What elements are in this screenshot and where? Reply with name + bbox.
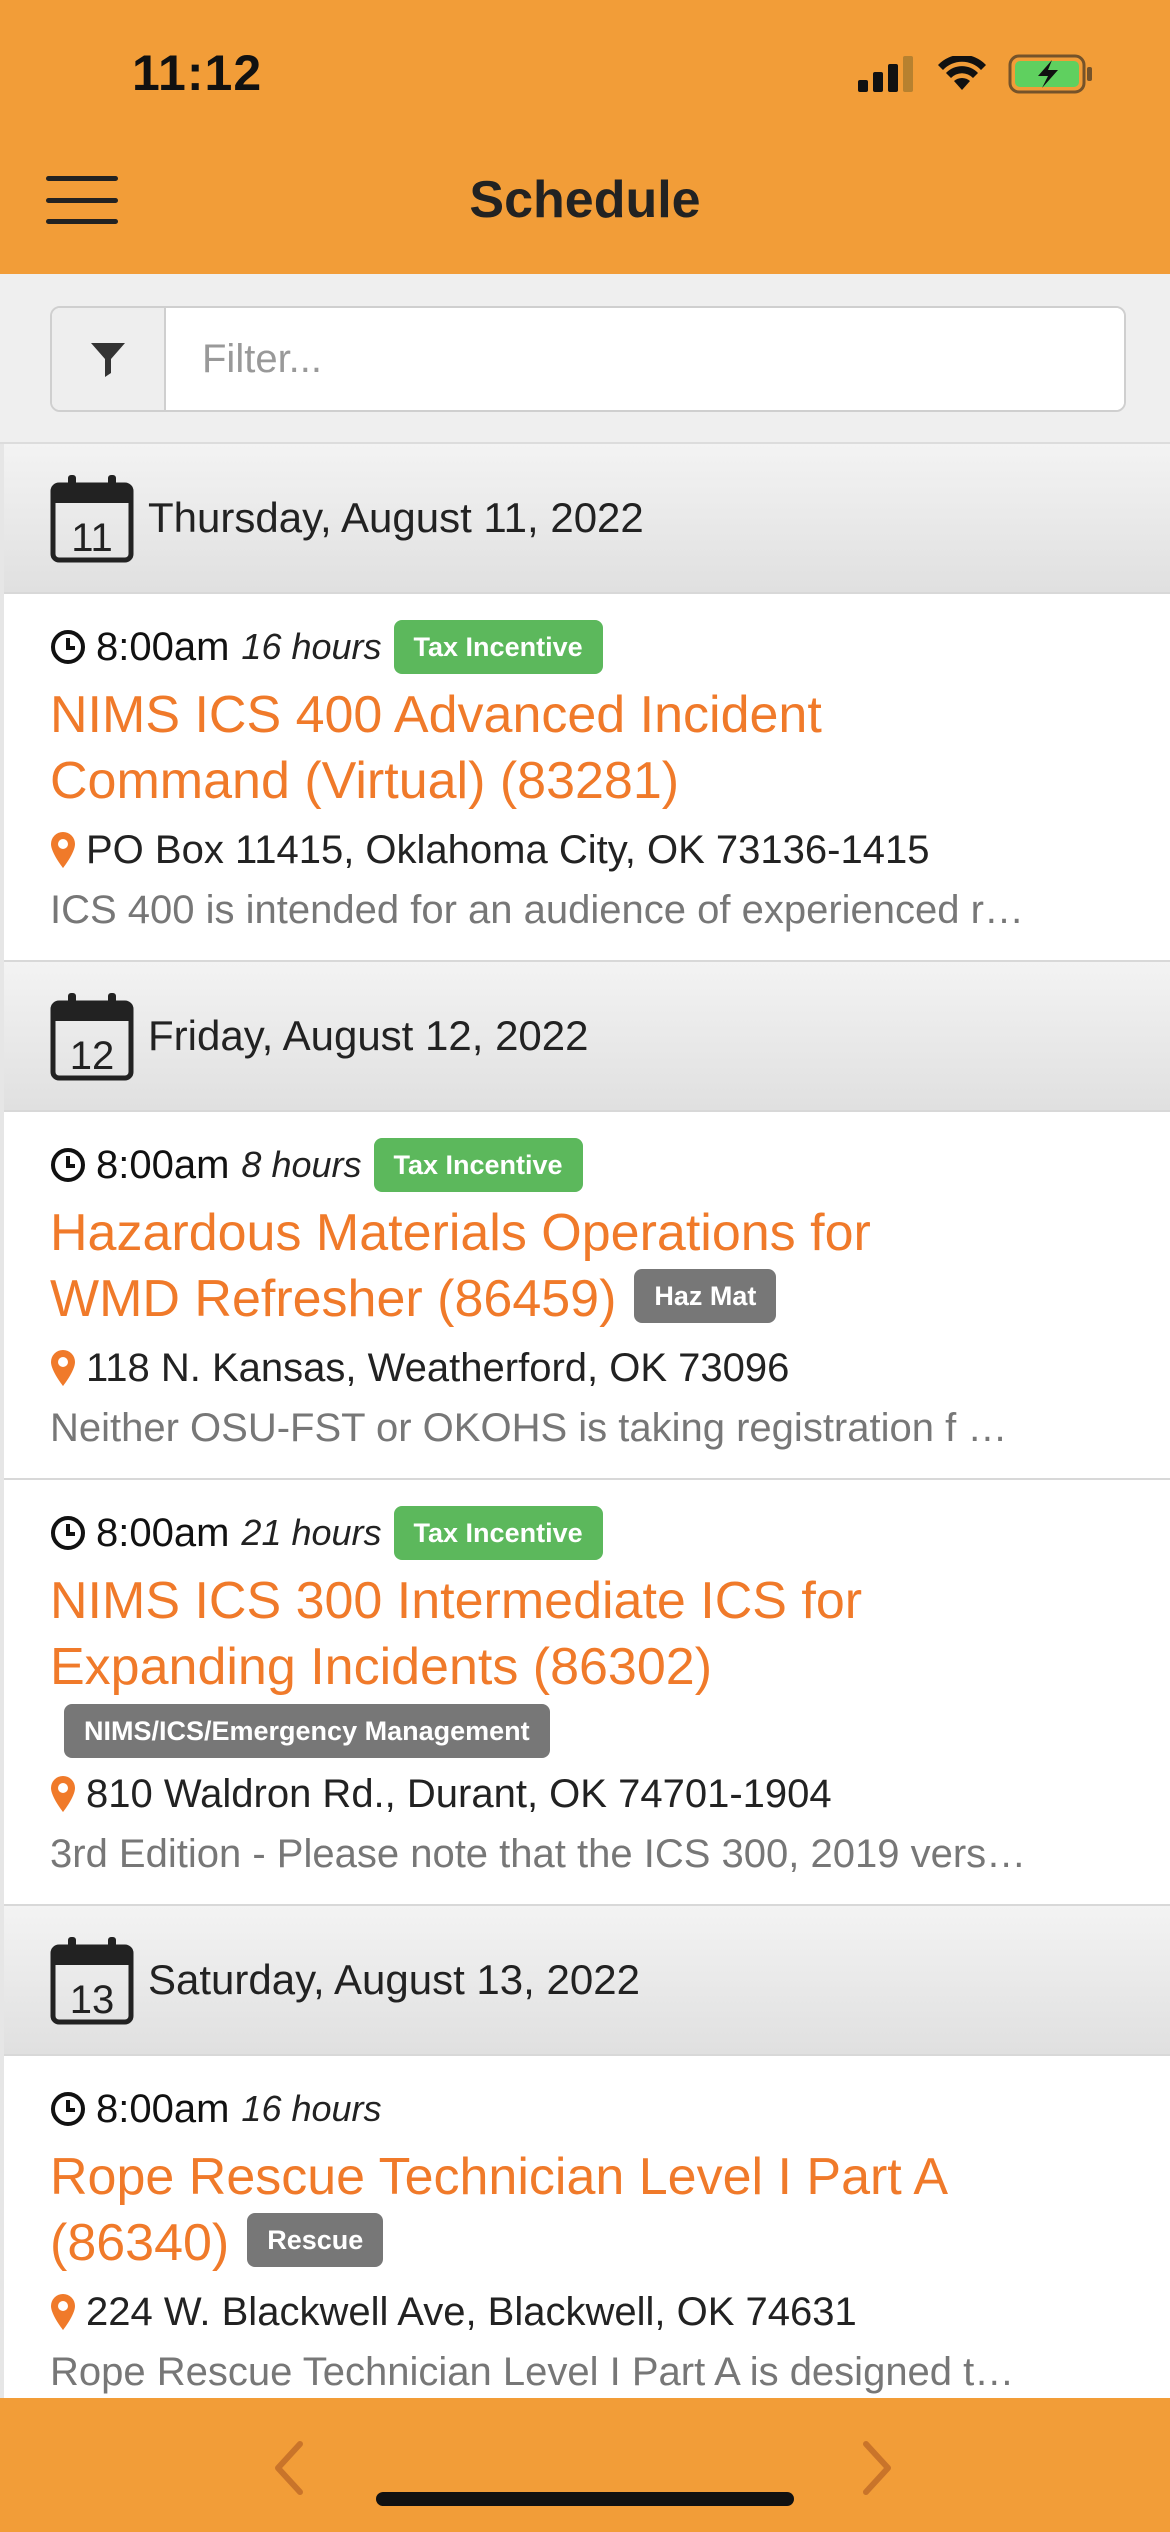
event-title[interactable]: Hazardous Materials Operations for WMD R…	[50, 1200, 1124, 1332]
map-pin-icon	[51, 1776, 75, 1812]
map-pin-icon	[51, 832, 75, 868]
date-label: Saturday, August 13, 2022	[148, 1956, 640, 2003]
category-badge: NIMS/ICS/Emergency Management	[64, 1704, 550, 1758]
event-time: 8:00am	[96, 1510, 230, 1555]
event-time: 8:00am	[96, 2086, 230, 2131]
event-time: 8:00am	[96, 624, 230, 669]
signal-icon	[858, 56, 913, 92]
event-description: 3rd Edition - Please note that the ICS 3…	[50, 1832, 1027, 1876]
date-header: 13 Saturday, August 13, 2022	[4, 1906, 1170, 2056]
svg-text:11: 11	[71, 516, 113, 560]
event-address: 810 Waldron Rd., Durant, OK 74701-1904	[50, 1764, 1124, 1824]
event-title[interactable]: NIMS ICS 400 Advanced Incident Command (…	[50, 682, 1124, 814]
clock-icon	[51, 2092, 85, 2126]
page-title: Schedule	[469, 171, 701, 229]
map-pin-icon	[51, 2294, 75, 2330]
event-address: 224 W. Blackwell Ave, Blackwell, OK 7463…	[50, 2282, 1124, 2342]
event-item[interactable]: 8:00am 16 hours Rope Rescue Technician L…	[4, 2056, 1170, 2398]
event-duration: 21 hours	[241, 1512, 382, 1553]
status-icons	[858, 54, 1094, 94]
bottom-nav	[0, 2398, 1170, 2532]
clock-icon	[51, 1516, 85, 1550]
date-header: 11 Thursday, August 11, 2022	[4, 444, 1170, 594]
event-time: 8:00am	[96, 1142, 230, 1187]
event-item[interactable]: 8:00am 8 hours Tax Incentive Hazardous M…	[4, 1112, 1170, 1480]
date-label: Friday, August 12, 2022	[148, 1012, 589, 1059]
status-time: 11:12	[132, 45, 263, 101]
wifi-icon	[938, 56, 986, 90]
chevron-right-icon[interactable]	[858, 2438, 898, 2498]
home-indicator	[376, 2492, 794, 2506]
event-item[interactable]: 8:00am 21 hours Tax Incentive NIMS ICS 3…	[4, 1480, 1170, 1906]
event-description: Rope Rescue Technician Level I Part A is…	[50, 2350, 1015, 2394]
svg-text:12: 12	[70, 1034, 115, 1078]
event-address: 118 N. Kansas, Weatherford, OK 73096	[50, 1338, 1124, 1398]
event-title[interactable]: Rope Rescue Technician Level I Part A (8…	[50, 2144, 1124, 2276]
event-title[interactable]: NIMS ICS 300 Intermediate ICS for Expand…	[50, 1568, 1124, 1700]
filter-group	[50, 306, 1126, 412]
event-description: ICS 400 is intended for an audience of e…	[50, 888, 1024, 932]
event-duration: 16 hours	[241, 626, 382, 667]
date-header: 12 Friday, August 12, 2022	[4, 962, 1170, 1112]
tax-incentive-badge: Tax Incentive	[393, 620, 603, 674]
chevron-left-icon[interactable]	[268, 2438, 308, 2498]
tax-incentive-badge: Tax Incentive	[373, 1138, 583, 1192]
funnel-icon[interactable]	[52, 308, 166, 410]
category-badge: Rescue	[247, 2213, 384, 2268]
svg-text:13: 13	[70, 1978, 115, 2022]
clock-icon	[51, 630, 85, 664]
calendar-icon: 13	[50, 1937, 134, 2025]
event-address: PO Box 11415, Oklahoma City, OK 73136-14…	[50, 820, 1124, 880]
filter-bar	[0, 274, 1170, 444]
filter-input[interactable]	[166, 308, 1124, 410]
calendar-icon: 12	[50, 993, 134, 1081]
date-label: Thursday, August 11, 2022	[148, 494, 644, 541]
map-pin-icon	[51, 1350, 75, 1386]
calendar-icon: 11	[50, 475, 134, 563]
event-description: Neither OSU-FST or OKOHS is taking regis…	[50, 1406, 1008, 1450]
battery-icon	[1008, 54, 1092, 94]
tax-incentive-badge: Tax Incentive	[393, 1506, 603, 1560]
clock-icon	[51, 1148, 85, 1182]
event-duration: 8 hours	[241, 1144, 362, 1185]
schedule-list[interactable]: 11 Thursday, August 11, 2022 8:00am 16 h…	[0, 444, 1170, 2398]
event-item[interactable]: 8:00am 16 hours Tax Incentive NIMS ICS 4…	[4, 594, 1170, 962]
app-header: 11:12 Schedule	[0, 0, 1170, 274]
event-duration: 16 hours	[241, 2088, 382, 2129]
category-badge: Haz Mat	[634, 1269, 777, 1324]
